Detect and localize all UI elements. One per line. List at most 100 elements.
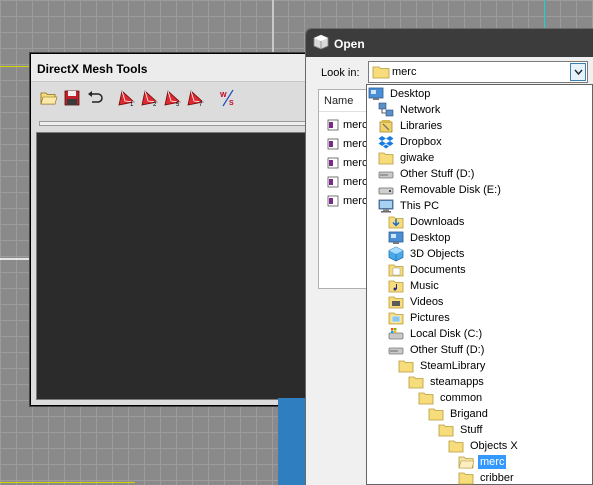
- pictures-icon: [388, 312, 404, 325]
- file-name: merc: [343, 157, 368, 169]
- dropdown-item-label: SteamLibrary: [420, 360, 486, 372]
- toolbar-button-5[interactable]: 2: [140, 88, 160, 108]
- svg-text:S: S: [229, 100, 234, 107]
- open-dialog-title: Open: [334, 37, 365, 51]
- mesh-tool-icon: 1: [118, 90, 135, 107]
- folder-icon: [438, 424, 454, 437]
- open-folder-icon: [40, 92, 58, 105]
- toolbar-button-8[interactable]: WS: [218, 88, 238, 108]
- dropdown-item[interactable]: Pictures: [388, 310, 452, 326]
- folder-icon: [428, 408, 444, 421]
- dropdown-item[interactable]: common: [418, 390, 484, 406]
- file-name: merc: [343, 119, 368, 131]
- dropdown-item[interactable]: Desktop: [368, 86, 432, 102]
- mesh-file-icon: [327, 119, 339, 131]
- dropdown-item[interactable]: steamapps: [408, 374, 486, 390]
- dropdown-item[interactable]: Brigand: [428, 406, 490, 422]
- toolbar-button-4[interactable]: 1: [117, 88, 137, 108]
- combo-dropdown-button[interactable]: [570, 63, 586, 81]
- viewport-axis-x: [0, 66, 32, 67]
- toolbar-button-2[interactable]: [62, 88, 82, 108]
- desktop-icon: [388, 231, 404, 244]
- folder-icon: [398, 360, 414, 373]
- documents-icon: [388, 264, 404, 277]
- dropdown-item-label: steamapps: [430, 376, 484, 388]
- dropdown-item[interactable]: merc: [458, 454, 507, 470]
- dx-titlebar[interactable]: DirectX Mesh Tools: [31, 54, 319, 82]
- open-dialog-titlebar[interactable]: Open: [306, 29, 593, 57]
- dx-progress-bar: [39, 121, 319, 126]
- look-in-dropdown-list[interactable]: Desktop Network Libraries Dropbox giwake Othe…: [366, 84, 593, 485]
- folder-icon: [418, 392, 434, 405]
- dropdown-item[interactable]: Documents: [388, 262, 468, 278]
- dropdown-item-label: Brigand: [450, 408, 488, 420]
- dropdown-item-label: Music: [410, 280, 439, 292]
- viewport-line-h: [0, 258, 32, 260]
- file-list-item[interactable]: merc: [327, 116, 367, 134]
- file-list-item[interactable]: merc: [327, 173, 367, 191]
- dropdown-item[interactable]: Downloads: [388, 214, 466, 230]
- dropdown-item[interactable]: Other Stuff (D:): [378, 166, 476, 182]
- toolbar-badge: 7: [199, 102, 203, 107]
- save-icon: [64, 90, 80, 106]
- dropdown-item[interactable]: Other Stuff (D:): [388, 342, 486, 358]
- dx-render-canvas[interactable]: [36, 132, 319, 400]
- toolbar-button-1[interactable]: [39, 88, 59, 108]
- dropdown-item[interactable]: Videos: [388, 294, 445, 310]
- dropdown-item-label: cribber: [480, 472, 514, 484]
- dropbox-icon: [378, 136, 394, 149]
- toolbar-badge: 5: [176, 102, 180, 107]
- libraries-icon: [379, 120, 393, 133]
- file-list-item[interactable]: merc: [327, 135, 367, 153]
- removable-drive-icon: [378, 187, 394, 195]
- dropdown-item-label: Documents: [410, 264, 466, 276]
- dropdown-item-label: Videos: [410, 296, 444, 308]
- downloads-icon: [388, 216, 404, 229]
- system-drive-icon: [388, 328, 404, 340]
- dropdown-item[interactable]: Dropbox: [378, 134, 444, 150]
- dropdown-item-label: Downloads: [410, 216, 465, 228]
- dropdown-item-label: Other Stuff (D:): [410, 344, 485, 356]
- dropdown-item[interactable]: giwake: [378, 150, 436, 166]
- network-icon: [378, 102, 394, 117]
- dropdown-item-label: Dropbox: [400, 136, 442, 148]
- mesh-tool-icon: 2: [141, 90, 158, 107]
- toolbar-button-3[interactable]: [85, 88, 105, 108]
- folder-icon: [458, 472, 474, 485]
- dropdown-item[interactable]: Stuff: [438, 422, 484, 438]
- dropdown-item-label: merc: [478, 455, 507, 469]
- dropdown-item-label: common: [440, 392, 483, 404]
- toolbar-button-7[interactable]: 7: [186, 88, 206, 108]
- dropdown-item-label: Objects X: [470, 440, 518, 452]
- file-list-item[interactable]: merc: [327, 192, 367, 210]
- ws-tool-icon: WS: [220, 89, 234, 107]
- open-dialog-icon: [313, 34, 329, 50]
- toolbar-badge: 2: [153, 102, 157, 107]
- dropdown-item[interactable]: SteamLibrary: [398, 358, 487, 374]
- dropdown-item[interactable]: cribber: [458, 470, 516, 485]
- drive-icon: [388, 347, 404, 355]
- mesh-file-icon: [327, 138, 339, 150]
- viewport-line-v: [272, 0, 274, 53]
- dropdown-item-label: Pictures: [410, 312, 450, 324]
- mesh-tool-icon: 7: [187, 90, 204, 107]
- dropdown-item-label: giwake: [400, 152, 435, 164]
- dropdown-item[interactable]: Network: [378, 102, 442, 118]
- dropdown-item[interactable]: This PC: [378, 198, 441, 214]
- dropdown-item[interactable]: Libraries: [378, 118, 444, 134]
- toolbar-badge: W: [220, 92, 227, 99]
- folder-icon: [448, 440, 464, 453]
- toolbar-button-6[interactable]: 5: [163, 88, 183, 108]
- file-list-item[interactable]: merc: [327, 154, 367, 172]
- dropdown-item[interactable]: Local Disk (C:): [388, 326, 484, 342]
- undo-icon: [88, 91, 103, 103]
- dropdown-item[interactable]: Objects X: [448, 438, 520, 454]
- dropdown-item[interactable]: Removable Disk (E:): [378, 182, 503, 198]
- dropdown-item[interactable]: 3D Objects: [388, 246, 466, 262]
- look-in-value: merc: [392, 66, 417, 78]
- dropdown-item-label: Removable Disk (E:): [400, 184, 501, 196]
- directx-mesh-tools-window: DirectX Mesh Tools 1 2 5 7 WS: [30, 53, 320, 406]
- dropdown-item[interactable]: Music: [388, 278, 441, 294]
- look-in-combobox[interactable]: merc: [368, 61, 588, 83]
- dropdown-item[interactable]: Desktop: [388, 230, 452, 246]
